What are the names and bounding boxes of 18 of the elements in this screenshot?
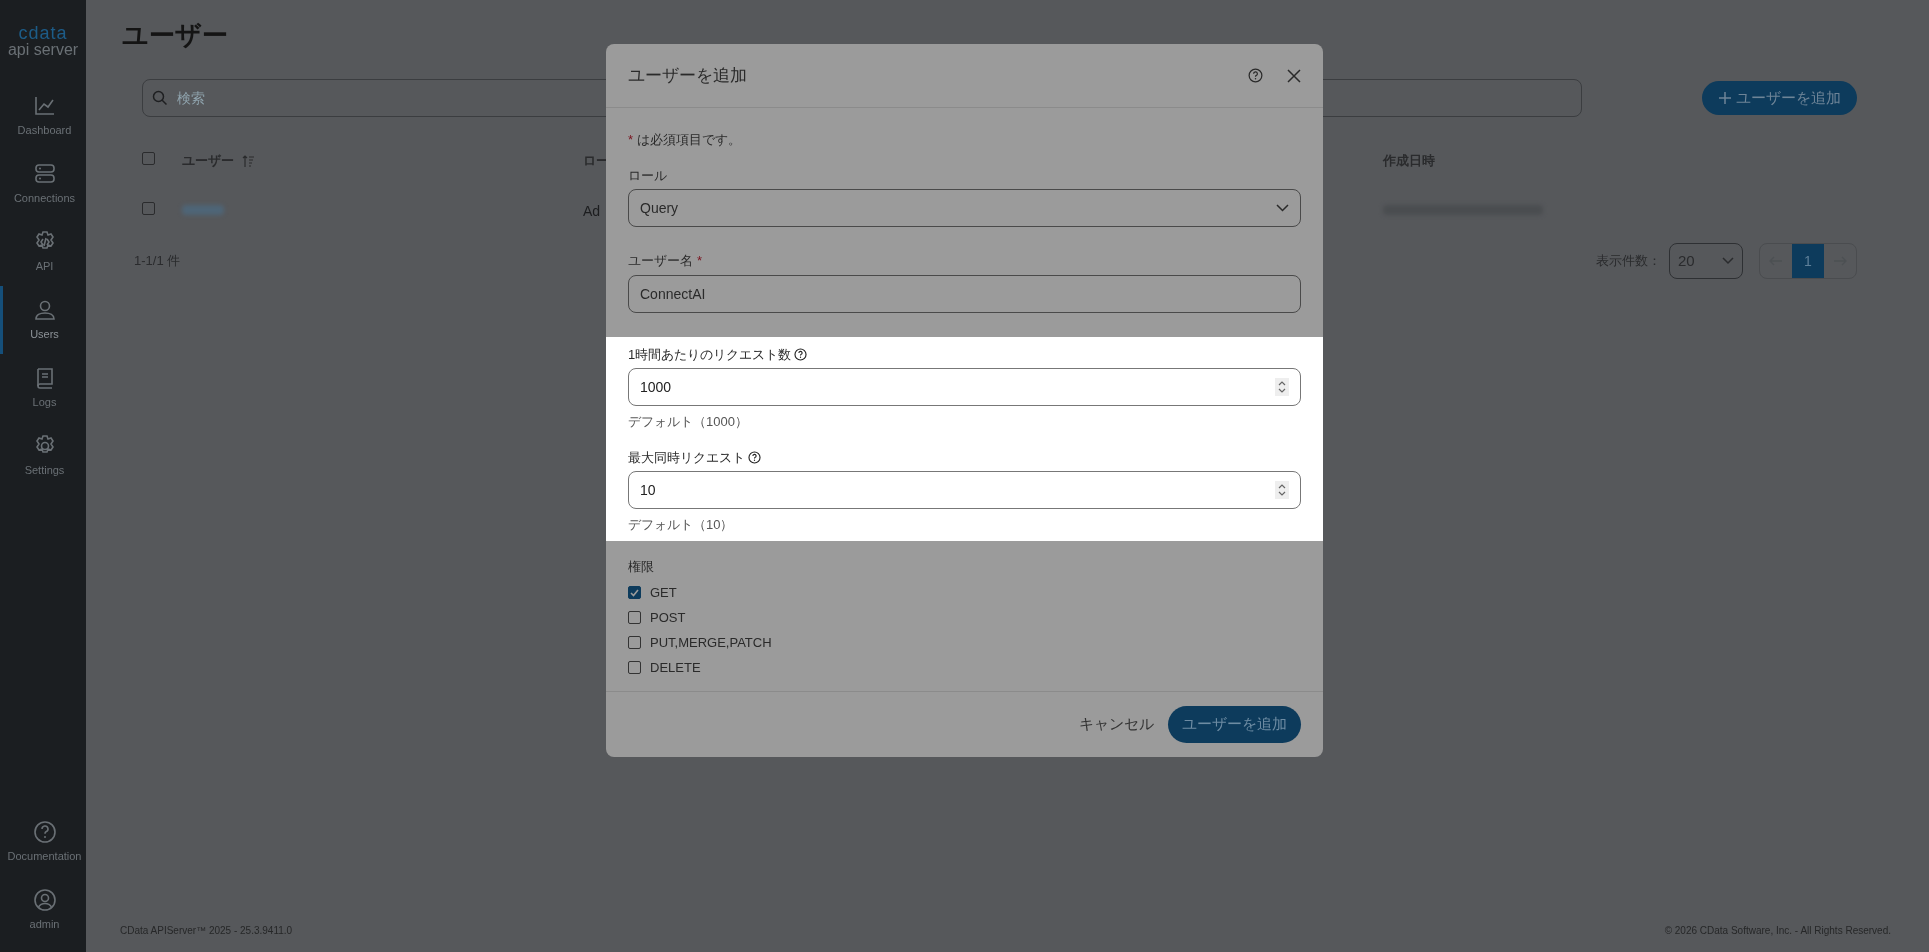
dialog-title: ユーザーを追加 xyxy=(628,64,747,87)
checkbox-label: POST xyxy=(650,608,686,627)
permissions-label: 権限 xyxy=(628,557,655,576)
field-label: ユーザー名 xyxy=(628,252,693,270)
field-label: 最大同時リクエスト xyxy=(628,448,745,467)
hint-text: デフォルト（1000） xyxy=(628,413,749,431)
field-label: ロール xyxy=(628,166,667,185)
logo-text: api server xyxy=(7,42,79,58)
checkbox-label: GET xyxy=(650,583,677,602)
hint-text: デフォルト（10） xyxy=(628,516,735,534)
checkbox-label: PUT,MERGE,PATCH xyxy=(650,633,772,652)
table-cell: Ad xyxy=(583,202,601,219)
required-note: * は必須項目です。 xyxy=(628,131,742,149)
checkbox-label: DELETE xyxy=(650,658,701,677)
required-mark: * xyxy=(697,252,703,270)
field-label: 1時間あたりのリクエスト数 xyxy=(628,345,792,364)
page-title: ユーザー xyxy=(122,19,229,52)
logo-text: cdata xyxy=(18,24,68,42)
